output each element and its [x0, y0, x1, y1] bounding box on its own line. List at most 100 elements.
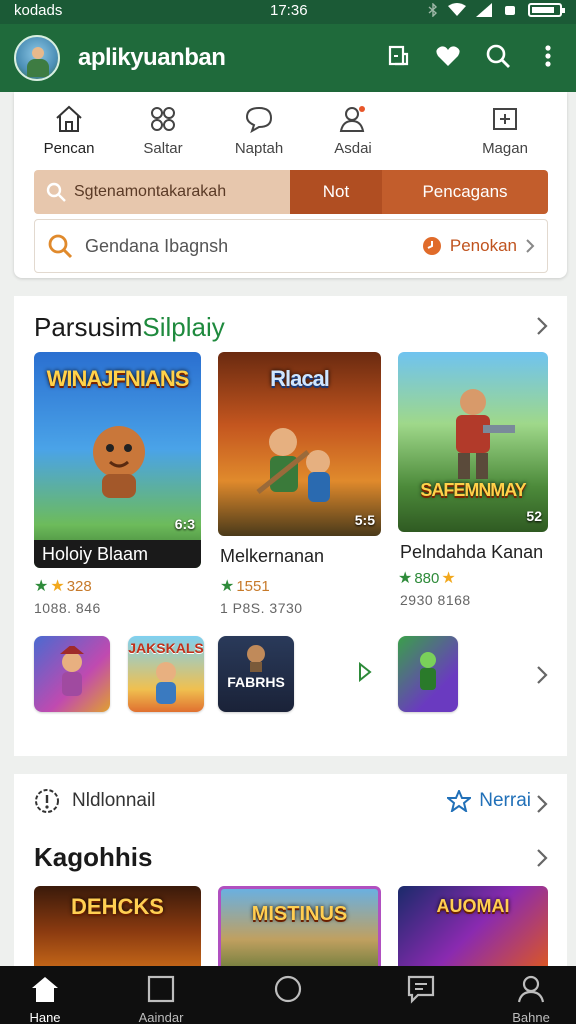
battery-icon	[528, 3, 565, 17]
alarm-icon	[505, 6, 515, 15]
game-art-title: AUOMAI	[436, 896, 510, 916]
category-asdai[interactable]: Asdai	[308, 102, 398, 157]
bottom-navigation: Hane Aaindar Bahne	[0, 966, 576, 1024]
nav-label: Aaindar	[138, 1010, 184, 1024]
notification-label: Nldlonnail	[72, 790, 156, 811]
game-meta: 2930 8168	[400, 592, 471, 608]
small-game-tile[interactable]	[34, 636, 110, 712]
wifi-icon	[448, 3, 466, 16]
chevron-right-icon[interactable]	[535, 664, 549, 686]
game-badge: 6:3	[174, 516, 195, 532]
nav-profile[interactable]: Bahne	[486, 974, 576, 1024]
category-label: Magan	[482, 140, 528, 157]
small-game-title: JAKSKALS	[128, 640, 204, 656]
avatar[interactable]	[14, 35, 60, 81]
filter-bar: Sgtenamontakarakah Not Pencagans	[34, 170, 548, 214]
notification-row[interactable]: Nldlonnail	[34, 788, 155, 814]
filter-not-button[interactable]: Not	[290, 170, 382, 214]
category-naptah[interactable]: Naptah	[214, 102, 304, 157]
clock-icon	[422, 237, 441, 255]
filter-search-label: Sgtenamontakarakah	[74, 183, 227, 200]
rating-value: 328	[66, 577, 92, 595]
search-icon	[48, 234, 73, 259]
small-game-tile[interactable]	[398, 636, 458, 712]
status-bar: kodads 17:36	[0, 0, 576, 24]
new-games-section: Nldlonnail Nerrai Kagohhis DEHCKS MISTIN…	[14, 774, 567, 976]
message-icon	[407, 975, 435, 1004]
category-pencan[interactable]: Pencan	[24, 102, 114, 157]
nav-aaindar[interactable]: Aaindar	[116, 974, 206, 1024]
category-label: Saltar	[143, 140, 183, 157]
search-icon[interactable]	[484, 42, 512, 70]
small-game-tile[interactable]: FABRHS	[218, 636, 294, 712]
filter-search[interactable]: Sgtenamontakarakah	[34, 170, 290, 214]
bluetooth-icon	[428, 3, 438, 17]
home-icon	[56, 105, 82, 132]
new-button-label: Nerrai	[479, 790, 531, 811]
game-badge: 5:5	[354, 512, 375, 528]
game-character	[256, 428, 330, 502]
bookmark-icon[interactable]	[384, 42, 412, 70]
nav-messages[interactable]	[376, 974, 466, 1010]
game-name: Melkernanan	[220, 546, 325, 566]
game-tile[interactable]: Rlacal 5:5	[218, 352, 381, 536]
category-label: Naptah	[234, 140, 284, 157]
search-field[interactable]: Gendana Ibagnsh Penokan	[34, 219, 548, 273]
clock: 17:36	[270, 2, 308, 19]
category-saltar[interactable]: Saltar	[118, 102, 208, 157]
small-game-tile[interactable]: JAKSKALS	[128, 636, 204, 712]
profile-icon	[517, 975, 545, 1003]
game-tile[interactable]: WINAJFNIANS 6:3 Holoiy Blaam	[34, 352, 201, 568]
category-card: Pencan Saltar Naptah Asdai Magan Sgtenam…	[14, 92, 567, 278]
user-icon	[339, 106, 365, 132]
play-icon[interactable]	[358, 662, 372, 682]
category-label: Pencan	[43, 140, 95, 157]
signal-icon	[476, 3, 492, 17]
rating-value: 880	[414, 569, 440, 587]
nav-home[interactable]: Hane	[0, 974, 90, 1024]
game-name: Holoiy Blaam	[34, 540, 201, 568]
section-title-main: Parsusim	[34, 312, 143, 342]
chevron-right-icon	[526, 239, 535, 253]
game-art-title: Rlacal	[270, 366, 330, 391]
section-title: ParsusimSilplaiy	[34, 312, 225, 343]
game-rating: ★ ★ 328	[34, 577, 92, 596]
chat-icon	[245, 106, 273, 134]
nav-label: Hane	[29, 1010, 61, 1024]
search-action-label: Penokan	[449, 236, 517, 255]
game-character	[60, 646, 84, 696]
heart-icon[interactable]	[434, 42, 462, 70]
carrier-label: kodads	[14, 2, 63, 19]
game-meta: 1088. 846	[34, 600, 101, 616]
game-art-title: DEHCKS	[71, 894, 164, 919]
featured-section: ParsusimSilplaiy WINAJFNIANS 6:3 Holoiy …	[14, 296, 567, 756]
game-art-title: SAFEMNMAY	[420, 480, 526, 500]
square-icon	[147, 975, 175, 1003]
game-character	[420, 652, 436, 690]
app-title: aplikyuanban	[78, 44, 226, 71]
search-action-button[interactable]: Penokan	[422, 236, 535, 256]
game-tile[interactable]: DEHCKS	[34, 886, 201, 976]
app-bar: aplikyuanban	[0, 24, 576, 92]
game-tile[interactable]: SAFEMNMAY 52	[398, 352, 548, 532]
game-tile[interactable]: AUOMAI	[398, 886, 548, 976]
game-tile[interactable]: MISTINUS	[218, 886, 381, 976]
chevron-right-icon[interactable]	[535, 846, 549, 870]
small-game-title: FABRHS	[227, 674, 285, 690]
nav-center[interactable]	[243, 974, 333, 1010]
info-icon	[35, 789, 59, 813]
chevron-right-icon[interactable]	[535, 314, 549, 338]
filter-pencagans-button[interactable]: Pencagans	[382, 170, 548, 214]
more-icon[interactable]	[534, 42, 562, 70]
game-art-title: WINAJFNIANS	[46, 366, 190, 391]
game-art-title: MISTINUS	[251, 903, 348, 925]
game-character	[93, 426, 145, 498]
star-icon	[447, 790, 472, 812]
game-meta: 1 P8S. 3730	[220, 600, 303, 616]
new-button[interactable]: Nerrai	[447, 790, 531, 812]
game-badge: 52	[526, 508, 542, 524]
section-title: Kagohhis	[34, 842, 153, 872]
game-rating: ★ 1551	[220, 577, 270, 596]
chevron-right-icon[interactable]	[535, 792, 549, 816]
category-magan[interactable]: Magan	[460, 102, 550, 157]
